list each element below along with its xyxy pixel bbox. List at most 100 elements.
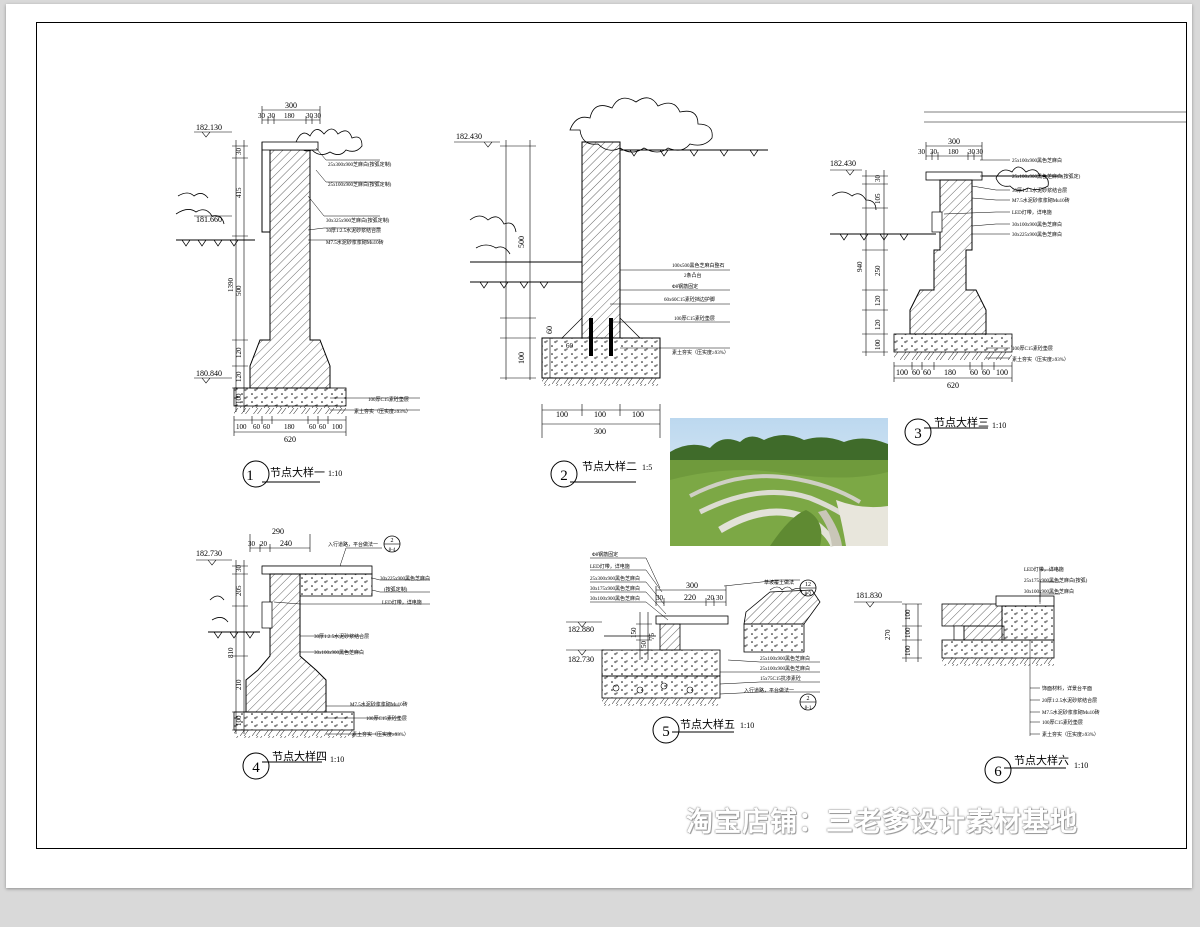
detail-2-note: 2条凸台 [684,272,702,279]
detail-2-title: 节点大样二 [582,459,637,473]
drawing-frame: 1 节点大样一 1:10 300 30 30 180 30 30 100 60 … [36,22,1187,849]
detail-1-dim: 180 [284,112,295,120]
detail-2-dim: 60 [566,342,574,350]
detail-4-dim: 210 [235,679,243,690]
elevation-mark: 181.660 [196,215,222,224]
detail-4-note: 100厚C15素砼垫层 [366,715,407,722]
elevation-mark: 182.730 [568,655,594,664]
detail-2-dim: 500 [517,236,526,248]
detail-3-dim: 120 [874,295,882,306]
detail-4-scale: 1:10 [330,755,344,764]
detail-6-note: 饰面材料，详景台平面 [1042,685,1092,692]
detail-1-dim: 60 [253,423,261,431]
detail-5-dim: 20 [707,594,715,602]
detail-6-note: 30x100x900黑色芝麻白 [1024,588,1074,595]
detail-6-dim: 100 [904,627,912,638]
detail-4-dim: 30 [248,540,256,548]
detail-3-dim: 120 [874,319,882,330]
detail-2-note: 60x60C15素砼挡边护脚 [664,296,715,303]
detail-3-dim: 30 [930,148,938,156]
detail-5-title: 节点大样五 [680,717,735,731]
detail-1-dim: 30 [258,112,266,120]
detail-1-note: 30厚1:2.5水泥砂浆结合层 [326,227,381,234]
detail-6-note: LED灯带，详电施 [1024,566,1064,573]
detail-3-note: 30x100x900黑色芝麻白 [1012,221,1062,228]
detail-4-ref: 入行道路，平台做法一 [328,541,378,548]
detail-5-dim: 30 [656,594,664,602]
detail-3-dim: 30 [918,148,926,156]
detail-5-note: Φ8钢筋固定 [592,551,618,558]
watermark: 淘宝店铺：三老爹设计素材基地 [686,807,1078,837]
detail-1-dim: 500 [235,285,243,296]
detail-4-dim: 30 [235,565,243,573]
detail-2-number: 2 [560,468,568,484]
detail-6-number: 6 [994,764,1002,780]
detail-6-note: 25x175x900黑色芝麻白(按弧) [1024,577,1088,584]
detail-5-dim: 220 [684,593,696,602]
detail-3-title: 节点大样三 [934,415,989,429]
detail-5-note: 15x75C15抗渗素砼 [760,675,801,682]
detail-5-dim: 150 [630,627,638,638]
detail-1-dim: 100 [236,423,247,431]
detail-1-dim: 120 [235,347,243,358]
detail-5-number: 5 [662,724,670,740]
elevation-mark: 180.840 [196,369,222,378]
detail-4-ref-den: 8-4 [389,548,396,553]
detail-1-scale: 1:10 [328,469,342,478]
detail-3-scale: 1:10 [992,421,1006,430]
detail-6-dim: 100 [904,609,912,620]
detail-2-dim: 100 [556,410,568,419]
detail-4-note: (按弧定制) [384,586,408,593]
detail-1-dim: 30 [235,148,243,156]
detail-3-dim: 100 [874,339,882,350]
detail-1-number: 1 [246,468,254,484]
detail-3-dim: 180 [948,148,959,156]
detail-1-dim: 180 [284,423,295,431]
detail-1-dim: 120 [235,371,243,382]
detail-1-note: 100厚C15素砼垫层 [368,396,409,403]
detail-2-note: 素土夯实（压实度≥93%） [672,349,729,356]
detail-3-dim: 30 [976,148,984,156]
elevation-mark: 182.880 [568,625,594,634]
detail-4-note: LED灯带，详电施 [382,599,422,606]
detail-6-dim: 100 [904,645,912,656]
detail-3-dim: 100 [896,368,908,377]
detail-6-note: 20厚1:2.5水泥砂浆结合层 [1042,697,1097,704]
detail-1-dim: 30 [268,112,276,120]
detail-3-total: 620 [947,381,959,390]
detail-5-note: LED灯带，详电施 [590,563,630,570]
detail-6-scale: 1:10 [1074,761,1088,770]
detail-2-note: 100x500黑色芝麻白整石 [672,262,725,269]
detail-1-dim: 100 [235,393,243,404]
detail-3-dim: 940 [856,261,864,272]
detail-4-note: 30x100x900黑色芝麻白 [314,649,364,656]
detail-5-note: 25x100x900黑色芝麻白 [760,655,810,662]
elevation-mark: 181.830 [856,591,882,600]
detail-4-dim: 20 [260,540,268,548]
detail-1-note: 25x100x900芝麻白(按弧定制) [328,181,392,188]
detail-2-note: Φ8钢筋固定 [672,283,698,290]
detail-6-note: 素土夯实（压实度≥93%） [1042,731,1099,738]
detail-3-dim: 60 [912,368,920,377]
detail-3-note: 30厚1:2.5水泥砂浆结合层 [1012,187,1067,194]
detail-1-title: 节点大样一 [270,465,325,479]
detail-5-note: 25x300x900黑色芝麻白 [590,575,640,582]
detail-2-dim: 60 [545,326,554,334]
detail-5-dim: 30 [716,594,724,602]
detail-5-ref: 草坡覆土做法 [764,579,794,586]
detail-5-note: 30x100x900黑色芝麻白 [590,595,640,602]
detail-1-dim: 60 [319,423,327,431]
detail-5-ref-num: 12 [805,582,811,588]
detail-3-note: M7.5水泥砂浆浆砌Mu10砖 [1012,197,1070,204]
detail-1-dim: 1390 [227,278,235,293]
detail-5-ref-num: 2 [807,696,810,702]
detail-4-dim: 100 [235,715,243,726]
detail-3-dim: 300 [948,137,960,146]
detail-4-ref-num: 2 [391,538,394,544]
detail-3-note: 30x225x900黑色芝麻白 [1012,231,1062,238]
detail-1-dim: 415 [235,187,243,198]
elevation-mark: 182.130 [196,123,222,132]
detail-6-note: 100厚C15素砼垫层 [1042,719,1083,726]
detail-1-note: 30x325x900芝麻白(按弧定制) [326,217,390,224]
detail-5-note: 30x175x900黑色芝麻白 [590,585,640,592]
